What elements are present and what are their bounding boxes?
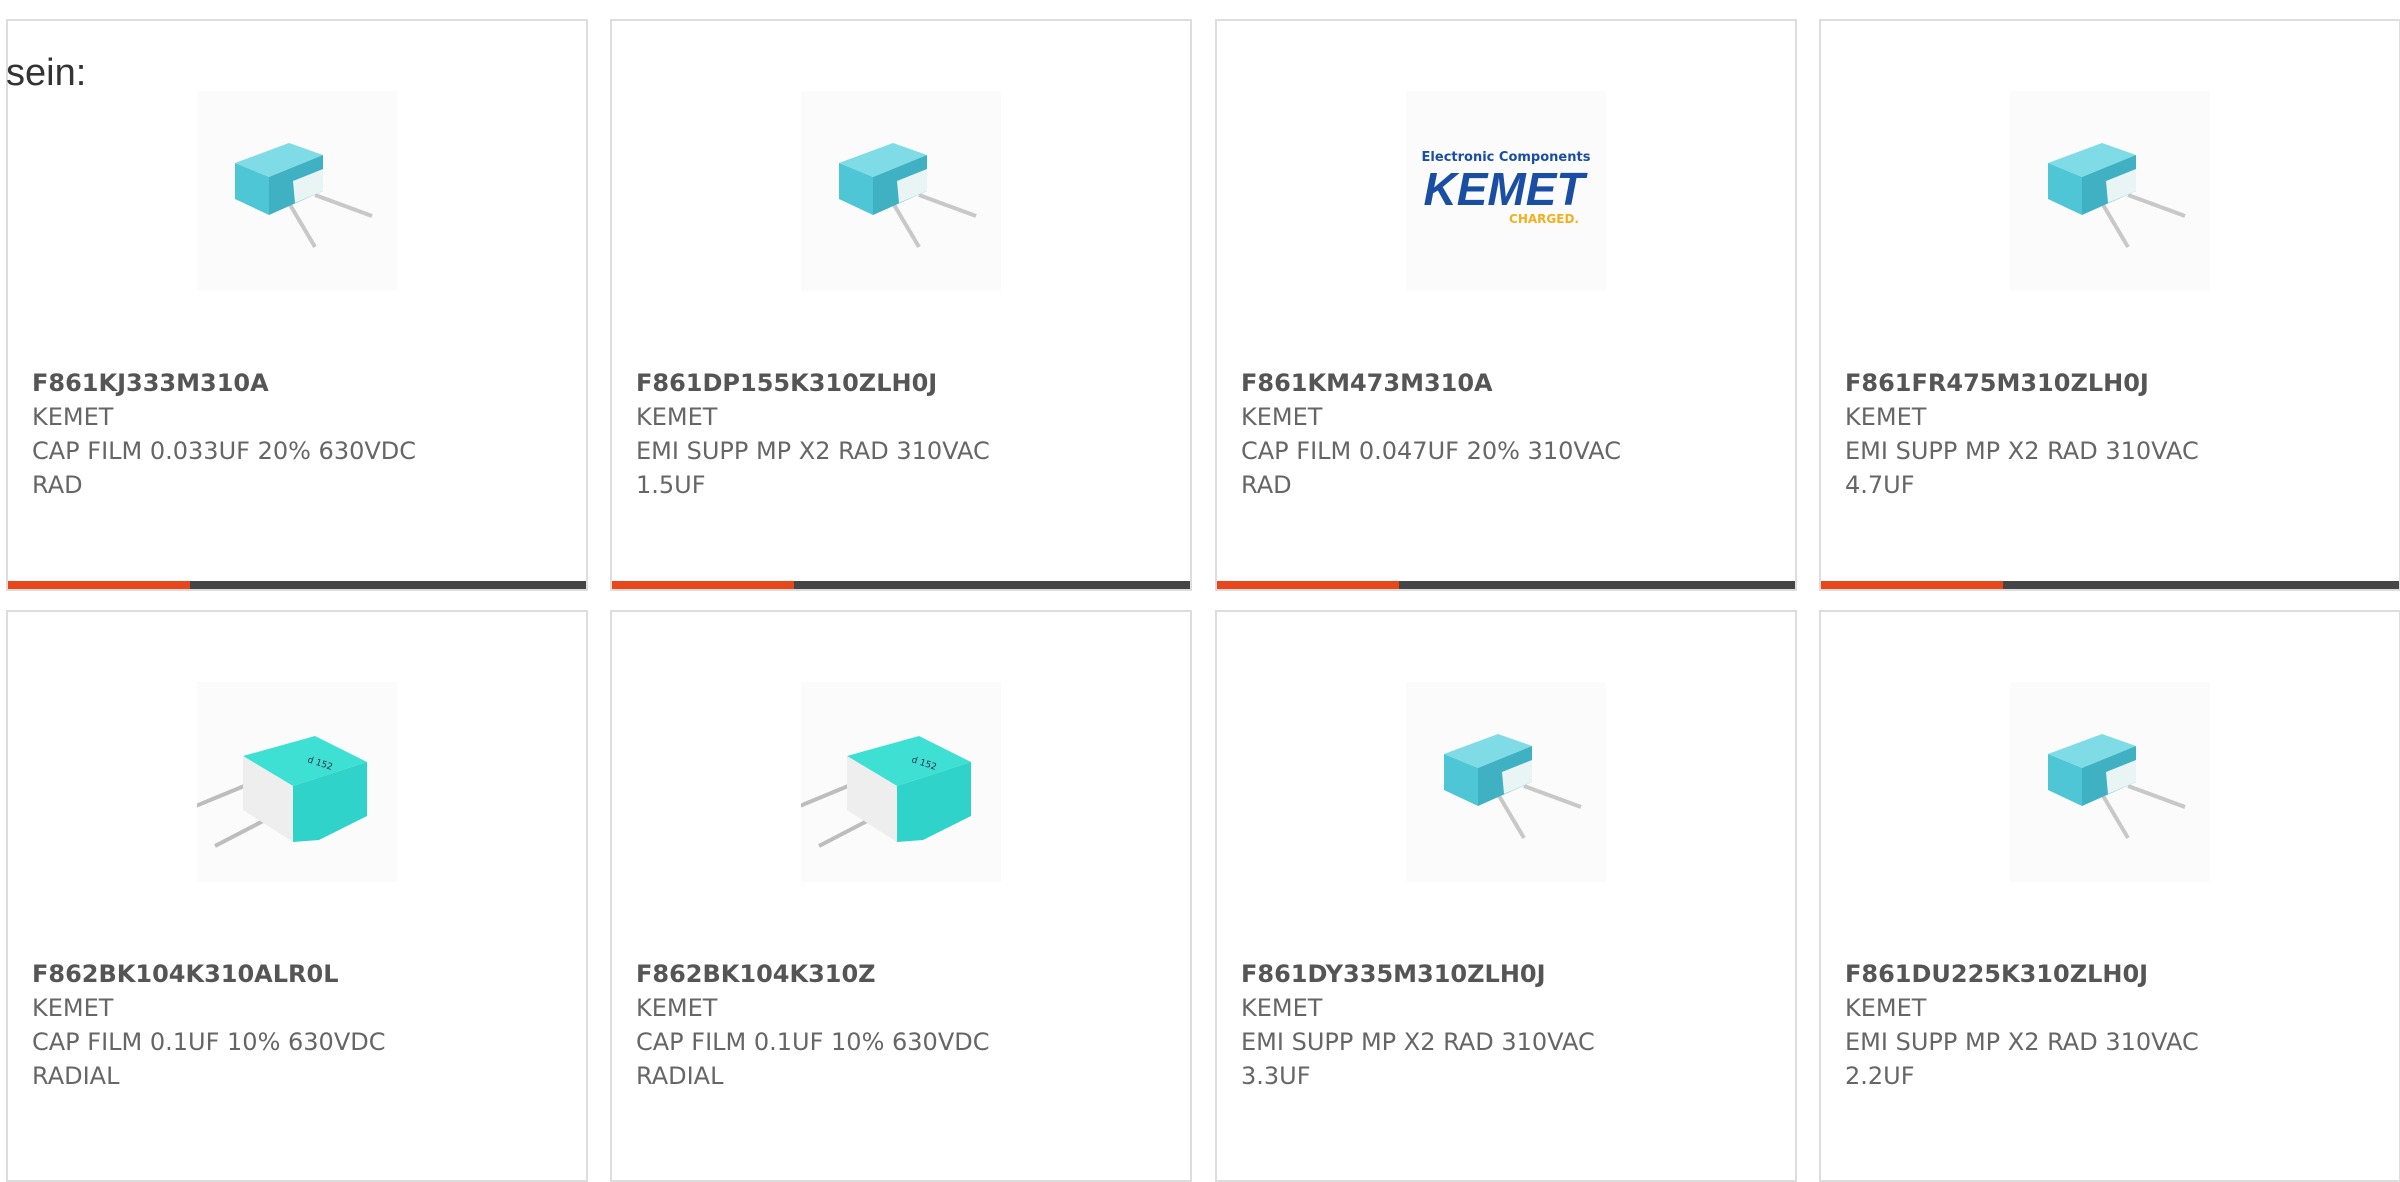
product-description: CAP FILM 0.047UF 20% 310VAC RAD bbox=[1241, 437, 1621, 499]
capacitor-icon bbox=[235, 143, 373, 249]
product-card-3[interactable]: Electronic Components KEMET CHARGED. F861K… bbox=[1215, 19, 1797, 591]
card-bar-accent bbox=[8, 581, 190, 589]
capacitor-icon bbox=[1444, 734, 1582, 840]
product-description: EMI SUPP MP X2 RAD 310VAC 4.7UF bbox=[1845, 437, 2199, 499]
product-image[interactable]: d 152 bbox=[197, 682, 397, 882]
manufacturer: KEMET bbox=[1845, 403, 1927, 431]
capacitor-icon: d 152 bbox=[197, 736, 367, 848]
card-bar bbox=[8, 581, 586, 589]
product-image[interactable]: d 152 bbox=[801, 682, 1001, 882]
product-description: CAP FILM 0.033UF 20% 630VDC RAD bbox=[32, 437, 417, 499]
product-description: EMI SUPP MP X2 RAD 310VAC 2.2UF bbox=[1845, 1028, 2199, 1090]
capacitor-icon: d 152 bbox=[801, 736, 971, 848]
manufacturer: KEMET bbox=[32, 994, 114, 1022]
product-image[interactable] bbox=[801, 91, 1001, 291]
card-bar bbox=[1821, 581, 2399, 589]
product-card-8[interactable]: F861DU225K310ZLH0J KEMET EMI SUPP MP X2 … bbox=[1819, 610, 2400, 1182]
product-image[interactable] bbox=[197, 91, 397, 291]
manufacturer: KEMET bbox=[1241, 994, 1323, 1022]
manufacturer: KEMET bbox=[636, 994, 718, 1022]
card-bar-accent bbox=[1217, 581, 1399, 589]
product-card-2[interactable]: F861DP155K310ZLH0J KEMET EMI SUPP MP X2 … bbox=[610, 19, 1192, 591]
product-image[interactable] bbox=[1406, 682, 1606, 882]
intro-text: sein: bbox=[6, 52, 87, 94]
part-number[interactable]: F861DU225K310ZLH0J bbox=[1845, 957, 2265, 991]
part-number[interactable]: F861KM473M310A bbox=[1241, 366, 1661, 400]
kemet-logo: Electronic ComponentsKEMETCHARGED. bbox=[1422, 150, 1591, 226]
product-image[interactable] bbox=[2010, 91, 2210, 291]
manufacturer: KEMET bbox=[32, 403, 114, 431]
part-number[interactable]: F861FR475M310ZLH0J bbox=[1845, 366, 2265, 400]
part-number[interactable]: F862BK104K310Z bbox=[636, 957, 1056, 991]
product-image[interactable]: Electronic Components KEMET CHARGED. bbox=[1406, 91, 1606, 291]
manufacturer: KEMET bbox=[1845, 994, 1927, 1022]
product-card-4[interactable]: F861FR475M310ZLH0J KEMET EMI SUPP MP X2 … bbox=[1819, 19, 2400, 591]
svg-text:KEMET: KEMET bbox=[1424, 163, 1589, 215]
svg-text:CHARGED.: CHARGED. bbox=[1509, 212, 1579, 226]
product-card-7[interactable]: F861DY335M310ZLH0J KEMET EMI SUPP MP X2 … bbox=[1215, 610, 1797, 1182]
product-card-1[interactable]: F861KJ333M310A KEMET CAP FILM 0.033UF 20… bbox=[6, 19, 588, 591]
manufacturer: KEMET bbox=[1241, 403, 1323, 431]
product-card-5[interactable]: d 152 F862BK104K310ALR0L KEMET CAP FILM … bbox=[6, 610, 588, 1182]
product-description: CAP FILM 0.1UF 10% 630VDC RADIAL bbox=[32, 1028, 386, 1090]
product-description: EMI SUPP MP X2 RAD 310VAC 3.3UF bbox=[1241, 1028, 1595, 1090]
product-description: CAP FILM 0.1UF 10% 630VDC RADIAL bbox=[636, 1028, 990, 1090]
capacitor-icon bbox=[2048, 143, 2186, 249]
card-bar-accent bbox=[612, 581, 794, 589]
card-bar bbox=[612, 581, 1190, 589]
part-number[interactable]: F861DP155K310ZLH0J bbox=[636, 366, 1056, 400]
manufacturer: KEMET bbox=[636, 403, 718, 431]
capacitor-icon bbox=[839, 143, 977, 249]
part-number[interactable]: F861KJ333M310A bbox=[32, 366, 452, 400]
card-bar-accent bbox=[1821, 581, 2003, 589]
part-number[interactable]: F861DY335M310ZLH0J bbox=[1241, 957, 1661, 991]
product-image[interactable] bbox=[2010, 682, 2210, 882]
capacitor-icon bbox=[2048, 734, 2186, 840]
product-card-6[interactable]: d 152 F862BK104K310Z KEMET CAP FILM 0.1U… bbox=[610, 610, 1192, 1182]
card-bar bbox=[1217, 581, 1795, 589]
product-description: EMI SUPP MP X2 RAD 310VAC 1.5UF bbox=[636, 437, 990, 499]
part-number[interactable]: F862BK104K310ALR0L bbox=[32, 957, 452, 991]
